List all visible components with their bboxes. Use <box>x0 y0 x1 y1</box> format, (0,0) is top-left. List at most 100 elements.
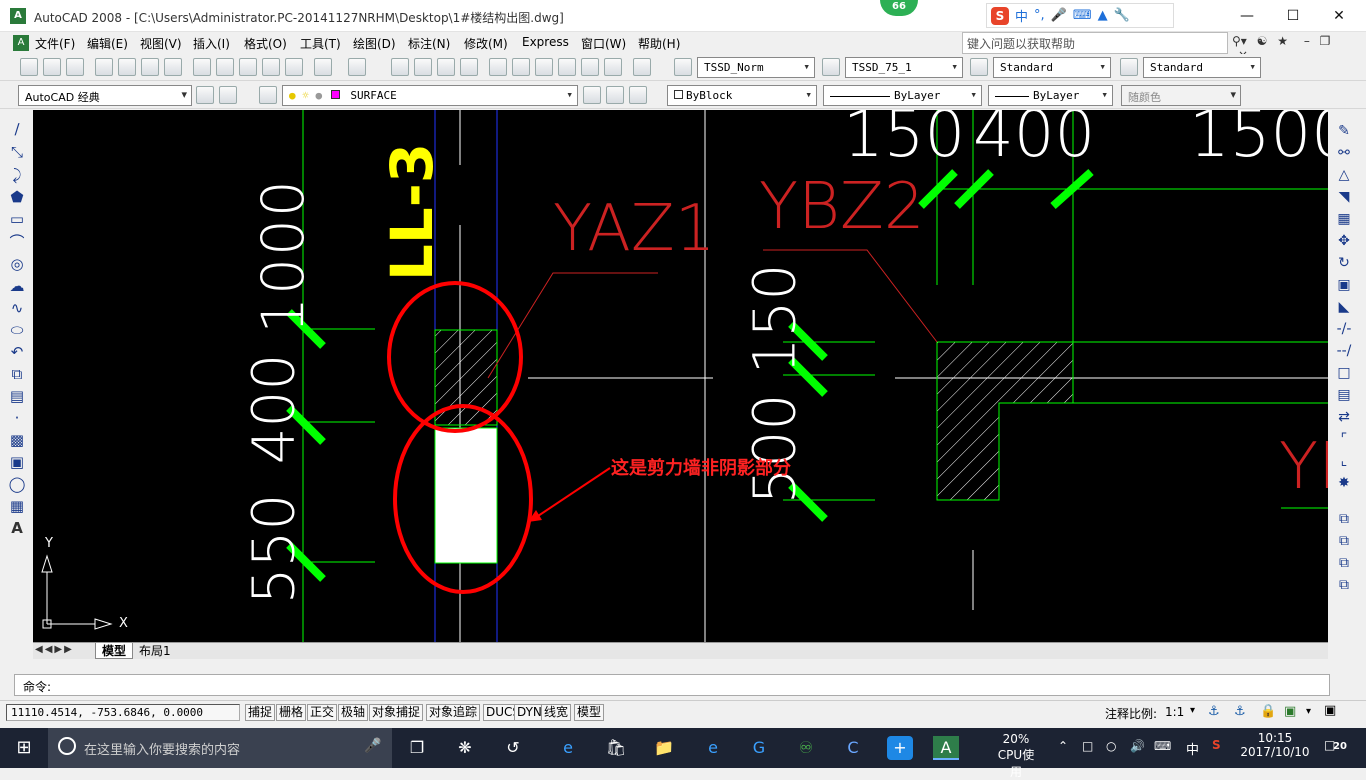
block-editor-icon[interactable] <box>285 58 303 76</box>
ellipse-arc-icon[interactable]: ↶ <box>6 342 28 362</box>
send-to-back-icon[interactable]: ⧉ <box>1333 553 1355 573</box>
draw-order-icon[interactable]: ⧉ <box>1333 509 1355 529</box>
text-style-select[interactable]: TSSD_Norm <box>697 57 815 78</box>
3d-dwf-icon[interactable] <box>164 58 182 76</box>
tab-model[interactable]: 模型 <box>95 643 134 659</box>
maximize-button[interactable]: ☐ <box>1270 0 1316 32</box>
grid-toggle[interactable]: 栅格 <box>276 704 307 721</box>
network-icon[interactable]: □ <box>1082 739 1093 753</box>
move-icon[interactable]: ✥ <box>1333 231 1355 251</box>
document-icon[interactable]: A <box>13 35 29 51</box>
menu-insert[interactable]: 插入(I) <box>193 35 230 52</box>
construction-line-icon[interactable]: ⤡ <box>6 142 28 162</box>
workspace-select[interactable]: AutoCAD 经典 <box>18 85 192 106</box>
lineweight-toggle[interactable]: 线宽 <box>541 704 572 721</box>
polygon-icon[interactable]: ⬟ <box>6 187 28 207</box>
save-workspace-icon[interactable] <box>219 86 237 104</box>
minimize-button[interactable]: — <box>1224 0 1270 32</box>
make-block-icon[interactable]: ▤ <box>6 386 28 406</box>
microphone-icon[interactable]: 🎤 <box>1051 8 1067 23</box>
annotation-visibility-icon[interactable]: ⚓ <box>1208 704 1220 719</box>
fillet-icon[interactable]: ⌞ <box>1333 451 1355 471</box>
status-menu-icon[interactable]: ▾ <box>1306 706 1311 717</box>
tab-layout1[interactable]: 布局1 <box>133 643 177 659</box>
print-icon[interactable] <box>95 58 113 76</box>
zoom-window-icon[interactable] <box>437 58 455 76</box>
task-view-icon[interactable]: ❐ <box>404 736 430 760</box>
swirl-app-icon[interactable]: ↺ <box>500 736 526 760</box>
autocad-app-icon[interactable]: A <box>10 8 26 24</box>
wrench-icon[interactable]: 🔧 <box>1114 8 1130 23</box>
erase-icon[interactable]: ✎ <box>1333 121 1355 141</box>
clean-screen-icon[interactable]: ▣ <box>1324 703 1336 718</box>
chamfer-icon[interactable]: ⌜ <box>1333 429 1355 449</box>
ime-indicator[interactable]: 中 <box>1186 739 1199 758</box>
extend-icon[interactable]: --/ <box>1333 341 1355 361</box>
new-file-icon[interactable] <box>20 58 38 76</box>
menu-format[interactable]: 格式(O) <box>244 35 287 52</box>
join-icon[interactable]: ⇄ <box>1333 407 1355 427</box>
open-file-icon[interactable] <box>43 58 61 76</box>
keyboard-icon[interactable]: ⌨ <box>1073 8 1092 23</box>
app-plus-icon[interactable]: + <box>887 736 913 760</box>
mirror-icon[interactable]: △ <box>1333 165 1355 185</box>
multileader-style-icon[interactable] <box>1120 58 1138 76</box>
point-icon[interactable]: · <box>6 408 28 428</box>
rotate-icon[interactable]: ↻ <box>1333 253 1355 273</box>
menu-view[interactable]: 视图(V) <box>140 35 182 52</box>
spline-icon[interactable]: ∿ <box>6 298 28 318</box>
sogou-logo-icon[interactable]: S <box>991 6 1009 25</box>
menu-file[interactable]: 文件(F) <box>35 35 75 52</box>
dim-style-select[interactable]: TSSD_75_1 <box>845 57 963 78</box>
text-style-icon[interactable] <box>674 58 692 76</box>
help-icon[interactable] <box>633 58 651 76</box>
properties-icon[interactable] <box>489 58 507 76</box>
favorites-star-icon[interactable]: ★ <box>1277 34 1288 48</box>
volume-icon[interactable]: 🔊 <box>1130 739 1145 753</box>
autocad-taskbar-icon[interactable]: A <box>933 736 959 760</box>
copy-icon[interactable] <box>216 58 234 76</box>
cpu-usage-widget[interactable]: 20% CPU使用 <box>993 732 1039 780</box>
arc-icon[interactable]: ⌒ <box>6 232 28 252</box>
coordinate-readout[interactable]: 11110.4514, -753.6846, 0.0000 <box>6 704 240 721</box>
osnap-toggle[interactable]: 对象捕捉 <box>369 704 424 721</box>
file-explorer-icon[interactable]: 📁 <box>651 736 677 760</box>
rectangle-icon[interactable]: ▭ <box>6 209 28 229</box>
markup-icon[interactable] <box>581 58 599 76</box>
menu-express[interactable]: Express <box>522 35 569 49</box>
menu-dimension[interactable]: 标注(N) <box>408 35 450 52</box>
clock[interactable]: 10:15 2017/10/10 <box>1240 731 1310 759</box>
polar-toggle[interactable]: 极轴 <box>338 704 369 721</box>
ortho-toggle[interactable]: 正交 <box>307 704 338 721</box>
scale-icon[interactable]: ▣ <box>1333 275 1355 295</box>
hatch-icon[interactable]: ▩ <box>6 430 28 450</box>
browser-g-icon[interactable]: G <box>746 736 772 760</box>
menu-help[interactable]: 帮助(H) <box>638 35 680 52</box>
zoom-previous-icon[interactable] <box>460 58 478 76</box>
auto-scale-icon[interactable]: ⚓ <box>1234 704 1246 719</box>
publish-icon[interactable] <box>141 58 159 76</box>
array-icon[interactable]: ▦ <box>1333 209 1355 229</box>
sogou-tray-icon[interactable]: S <box>1212 738 1221 752</box>
communication-center-icon[interactable]: ☯ <box>1257 34 1268 48</box>
redo-icon[interactable] <box>348 58 366 76</box>
region-icon[interactable]: ◯ <box>6 474 28 494</box>
layer-manager-icon[interactable] <box>259 86 277 104</box>
taskbar-search-box[interactable]: 在这里输入你要搜索的内容 🎤 <box>48 728 392 768</box>
stretch-icon[interactable]: ◣ <box>1333 297 1355 317</box>
windows-start-icon[interactable]: ⊞ <box>11 736 37 760</box>
layer-states-icon[interactable] <box>629 86 647 104</box>
zoom-realtime-icon[interactable] <box>414 58 432 76</box>
notification-badge[interactable]: 66 <box>880 0 918 16</box>
snap-toggle[interactable]: 捕捉 <box>245 704 276 721</box>
pinwheel-app-icon[interactable]: ❋ <box>452 736 478 760</box>
dim-style-icon[interactable] <box>822 58 840 76</box>
bring-above-icon[interactable]: ⧉ <box>1333 575 1355 595</box>
copy-object-icon[interactable]: ⚯ <box>1333 143 1355 163</box>
cut-icon[interactable] <box>193 58 211 76</box>
menu-modify[interactable]: 修改(M) <box>464 35 508 52</box>
ime-mode-indicator[interactable]: 中 <box>1015 6 1028 25</box>
design-center-icon[interactable] <box>512 58 530 76</box>
ie-browser-icon[interactable]: e <box>700 736 726 760</box>
break-icon[interactable]: ▤ <box>1333 385 1355 405</box>
